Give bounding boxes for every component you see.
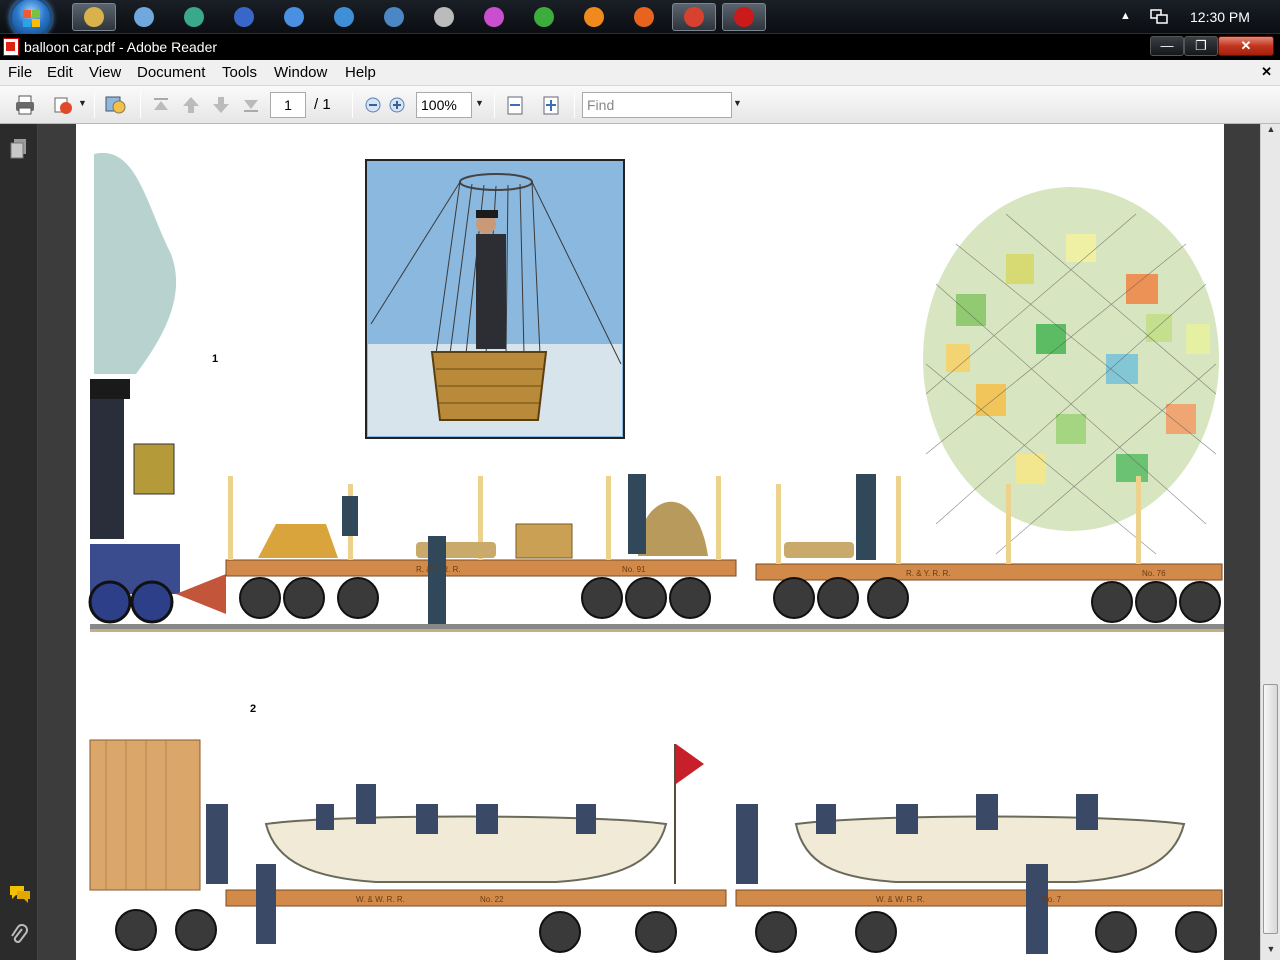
taskbar-app-drive-icon[interactable] (122, 3, 166, 31)
maximize-button[interactable]: ❐ (1184, 36, 1218, 56)
windows-flag-icon (23, 10, 40, 27)
taskbar-app-bird-app-icon[interactable] (322, 3, 366, 31)
taskbar-app-firefox-icon[interactable] (622, 3, 666, 31)
car-marking: W. & W. R. R. (356, 895, 405, 904)
cube-app-icon (384, 7, 404, 27)
find-input[interactable]: Find (582, 92, 732, 118)
tray-expand-icon[interactable]: ▲ (1120, 10, 1131, 22)
taskbar-app-file-explorer-icon[interactable] (72, 3, 116, 31)
taskbar-app-chrome-icon[interactable] (672, 3, 716, 31)
taskbar-app-globe-app-icon[interactable] (172, 3, 216, 31)
drive-icon (134, 7, 154, 27)
pdf-page: 1 2 R. & Y. R. R. No. 91 R. & Y. R. R. N… (76, 124, 1224, 960)
taskbar-app-cube-app-icon[interactable] (372, 3, 416, 31)
network-icon[interactable] (1150, 8, 1168, 24)
print-icon[interactable] (14, 94, 36, 116)
toolbar-separator (494, 92, 495, 118)
taskbar-app-vlc-icon[interactable] (572, 3, 616, 31)
menu-view[interactable]: View (89, 64, 121, 81)
taskbar-app-gear-app-icon[interactable] (422, 3, 466, 31)
taskbar-app-adobe-reader-icon[interactable] (722, 3, 766, 31)
menu-bar: File Edit View Document Tools Window Hel… (0, 60, 1280, 86)
menu-edit[interactable]: Edit (47, 64, 73, 81)
firefox-icon (634, 7, 654, 27)
last-page-icon[interactable] (240, 94, 262, 116)
minimize-button[interactable]: — (1150, 36, 1184, 56)
share-dropdown-icon[interactable]: ▼ (78, 98, 87, 108)
previous-page-icon[interactable] (180, 94, 202, 116)
toolbar-separator (140, 92, 141, 118)
zoom-dropdown-icon[interactable]: ▼ (475, 98, 484, 108)
menu-file[interactable]: File (8, 64, 32, 81)
car-marking: R. & Y. R. R. (416, 565, 461, 574)
toolbar-separator (574, 92, 575, 118)
car-marking: No. 22 (480, 895, 504, 904)
scroll-up-icon[interactable]: ▲ (1261, 124, 1280, 140)
figure-1-label: 1 (212, 353, 218, 365)
zoom-in-icon[interactable] (386, 94, 408, 116)
gear-app-icon (434, 7, 454, 27)
toolbar: ▼ 1 / 1 100% ▼ Find ▼ (0, 86, 1280, 124)
close-button[interactable]: ✕ (1218, 36, 1274, 56)
taskbar-app-google-earth-icon[interactable] (222, 3, 266, 31)
toolbar-separator (94, 92, 95, 118)
menu-help[interactable]: Help (345, 64, 376, 81)
find-dropdown-icon[interactable]: ▼ (733, 98, 742, 108)
itunes-icon (284, 7, 304, 27)
car-marking: No. 91 (622, 565, 646, 574)
color-wheel-icon (484, 7, 504, 27)
car-marking: W. & W. R. R. (876, 895, 925, 904)
clock[interactable]: 12:30 PM (1190, 9, 1250, 25)
balloon-car-illustration: 1 2 R. & Y. R. R. No. 91 R. & Y. R. R. N… (88, 152, 1224, 954)
scroll-thumb[interactable] (1263, 684, 1278, 934)
document-viewport[interactable]: 1 2 R. & Y. R. R. No. 91 R. & Y. R. R. N… (38, 124, 1260, 960)
bird-app-icon (334, 7, 354, 27)
title-bar: balloon car.pdf - Adobe Reader — ❐ ✕ (0, 34, 1280, 60)
taskbar-app-itunes-icon[interactable] (272, 3, 316, 31)
file-explorer-icon (84, 7, 104, 27)
page-total: / 1 (314, 96, 331, 113)
figure-2-label: 2 (250, 703, 256, 715)
vertical-scrollbar[interactable]: ▲ ▼ (1260, 124, 1280, 960)
zoom-out-icon[interactable] (362, 94, 384, 116)
first-page-icon[interactable] (150, 94, 172, 116)
menu-tools[interactable]: Tools (222, 64, 257, 81)
utorrent-icon (534, 7, 554, 27)
pages-panel-icon[interactable] (9, 138, 29, 160)
zoom-level-input[interactable]: 100% (416, 92, 472, 118)
taskbar-app-color-wheel-icon[interactable] (472, 3, 516, 31)
car-marking: R. & Y. R. R. (906, 569, 951, 578)
menu-window[interactable]: Window (274, 64, 327, 81)
pdf-file-icon[interactable] (3, 38, 19, 56)
vlc-icon (584, 7, 604, 27)
next-page-icon[interactable] (210, 94, 232, 116)
google-earth-icon (234, 7, 254, 27)
close-document-button[interactable]: ✕ (1261, 64, 1272, 80)
collaborate-icon[interactable] (104, 94, 126, 116)
taskbar: ▲ 12:30 PM (0, 0, 1280, 39)
fit-page-icon[interactable] (540, 94, 562, 116)
window-title: balloon car.pdf - Adobe Reader (24, 39, 218, 55)
comments-icon[interactable] (8, 884, 32, 904)
chrome-icon (684, 7, 704, 27)
share-icon[interactable] (52, 94, 74, 116)
globe-app-icon (184, 7, 204, 27)
attachments-icon[interactable] (9, 924, 29, 948)
navigation-pane (0, 124, 38, 960)
adobe-reader-icon (734, 7, 754, 27)
car-marking: No. 7 (1042, 895, 1062, 904)
page-number-input[interactable]: 1 (270, 92, 306, 118)
scroll-down-icon[interactable]: ▼ (1261, 944, 1280, 960)
car-marking: No. 76 (1142, 569, 1166, 578)
fit-width-icon[interactable] (504, 94, 526, 116)
taskbar-app-utorrent-icon[interactable] (522, 3, 566, 31)
menu-document[interactable]: Document (137, 64, 205, 81)
toolbar-separator (352, 92, 353, 118)
